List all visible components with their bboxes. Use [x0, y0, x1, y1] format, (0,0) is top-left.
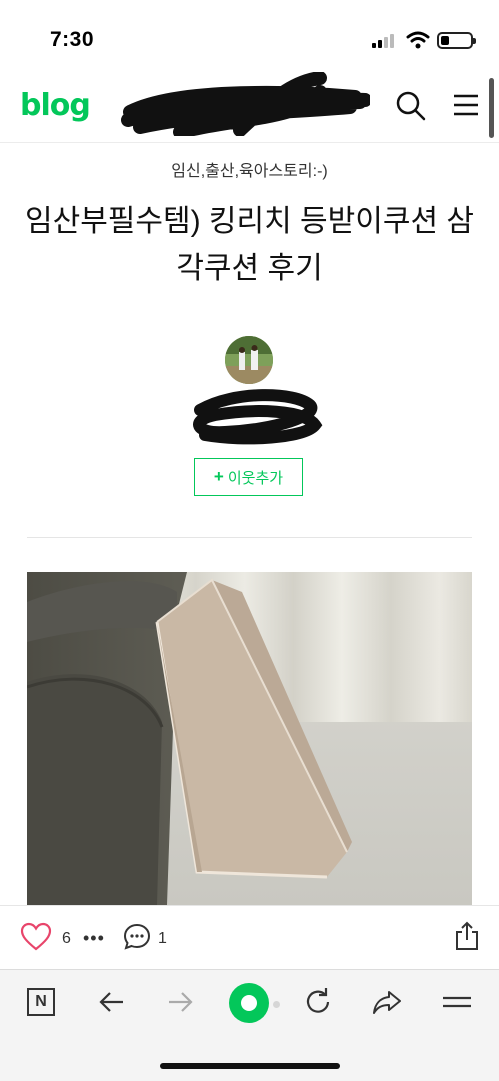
back-arrow-icon[interactable]	[95, 985, 129, 1019]
comment-icon[interactable]	[122, 922, 152, 952]
naver-home-icon[interactable]: N	[27, 988, 55, 1016]
author-avatar[interactable]	[225, 336, 273, 384]
blog-header: blog	[0, 66, 499, 143]
green-dot-button[interactable]	[229, 983, 269, 1023]
plus-icon: +	[213, 467, 224, 486]
scrollbar[interactable]	[489, 78, 494, 138]
post-photo-triangle-cushion[interactable]	[27, 572, 472, 905]
post-title: 임산부필수템) 킹리치 등받이쿠션 삼각쿠션 후기	[25, 205, 474, 285]
page-indicator-dot	[273, 1001, 280, 1008]
post-action-bar: 6 ••• 1	[0, 905, 499, 970]
share-forward-icon[interactable]	[370, 985, 404, 1019]
forward-arrow-icon[interactable]	[163, 985, 197, 1019]
menu-icon[interactable]	[440, 985, 474, 1019]
post-category[interactable]: 임신,출산,육아스토리:-)	[0, 157, 499, 181]
blog-logo[interactable]: blog	[20, 88, 91, 123]
browser-toolbar: N	[0, 969, 499, 1081]
refresh-icon[interactable]	[301, 985, 335, 1019]
home-indicator[interactable]	[160, 1063, 340, 1069]
search-icon[interactable]	[394, 89, 428, 123]
hamburger-menu-icon[interactable]	[450, 90, 482, 120]
divider	[27, 537, 472, 538]
heart-like-icon[interactable]	[20, 922, 52, 952]
redacted-blog-name	[121, 72, 370, 136]
battery-icon	[437, 32, 476, 49]
comment-count: 1	[158, 930, 167, 947]
add-neighbor-label: 이웃추가	[227, 469, 284, 487]
redacted-author-name	[193, 389, 323, 445]
more-options-icon[interactable]: •••	[83, 928, 105, 949]
like-count: 6	[62, 930, 71, 947]
cellular-signal-icon	[372, 34, 396, 48]
share-icon[interactable]	[454, 920, 480, 952]
wifi-icon	[406, 31, 430, 49]
status-time: 7:30	[50, 28, 95, 51]
add-neighbor-button[interactable]: + 이웃추가	[194, 458, 303, 496]
